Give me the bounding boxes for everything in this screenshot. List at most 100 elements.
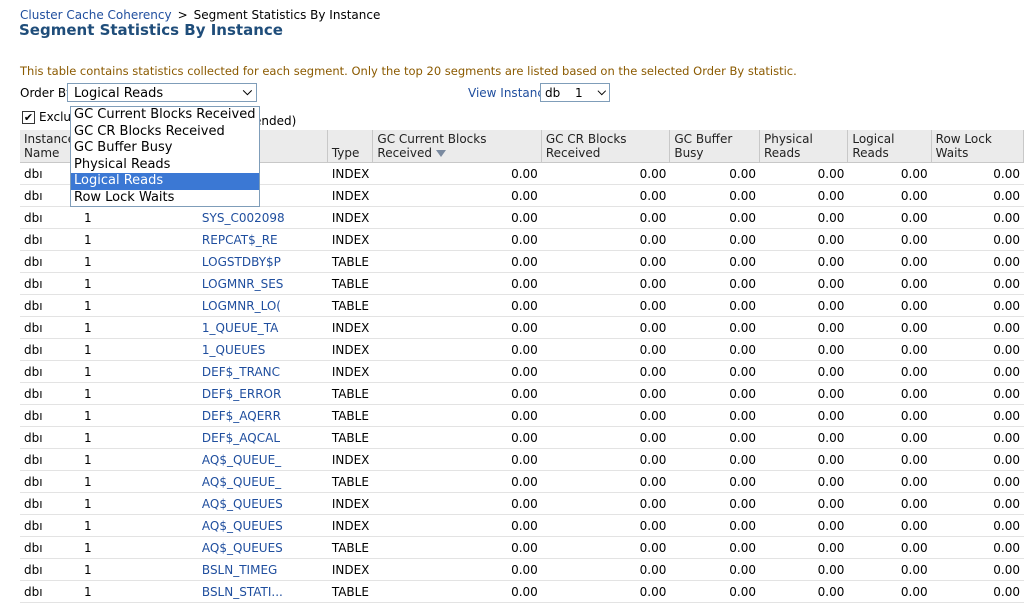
order-by-option-logical-reads[interactable]: Logical Reads: [71, 173, 259, 190]
table-row: dbı 1 AQ$_QUEUES INDEX 0.00 0.00 0.00 0.00 0.00 0…: [20, 515, 1024, 537]
stat-value-cell: 0.00: [848, 405, 932, 427]
view-instance-select[interactable]: db 1 ⌵: [540, 83, 610, 102]
stat-value-cell: 0.00: [373, 207, 542, 229]
segment-type-cell: INDEX: [327, 185, 374, 207]
table-row: dbı 1 1_QUEUE_TA INDEX 0.00 0.00 0.00 0.00 0.00 0…: [20, 317, 1024, 339]
table-row: dbı 1 1_QUEUES INDEX 0.00 0.00 0.00 0.00 0.00 0.0…: [20, 339, 1024, 361]
instance-number-cell: 1: [80, 317, 98, 339]
stat-value-cell: 0.00: [759, 317, 849, 339]
exclude-checkbox-row[interactable]: ✔ Exclu: [22, 110, 71, 124]
segment-type-cell: INDEX: [327, 339, 374, 361]
object-name-link[interactable]: AQ$_QUEUES: [97, 493, 328, 515]
instance-name-cell: dbı: [20, 493, 81, 515]
stat-value-cell: 0.00: [931, 515, 1024, 537]
table-row: dbı 1 AQ$_QUEUES TABLE 0.00 0.00 0.00 0.00 0.00 0…: [20, 537, 1024, 559]
segment-type-cell: TABLE: [327, 405, 374, 427]
sort-descending-icon: [436, 150, 446, 157]
stat-value-cell: 0.00: [931, 427, 1024, 449]
stat-value-cell: 0.00: [541, 493, 671, 515]
col-row-lock-waits[interactable]: Row Lock Waits: [931, 130, 1024, 163]
stat-value-cell: 0.00: [848, 339, 932, 361]
order-by-option-row-lock-waits[interactable]: Row Lock Waits: [71, 190, 259, 207]
view-instance-db: db: [545, 86, 561, 100]
breadcrumb-current: Segment Statistics By Instance: [193, 8, 381, 22]
stat-value-cell: 0.00: [848, 471, 932, 493]
stat-value-cell: 0.00: [759, 251, 849, 273]
stat-value-cell: 0.00: [759, 207, 849, 229]
segment-type-cell: INDEX: [327, 361, 374, 383]
stat-value-cell: 0.00: [670, 185, 760, 207]
object-name-link[interactable]: 1_QUEUE_TA: [97, 317, 328, 339]
object-name-link[interactable]: LOGMNR_SES: [97, 273, 328, 295]
stat-value-cell: 0.00: [759, 559, 849, 581]
col-gc-current-blocks[interactable]: GC Current Blocks Received: [373, 130, 542, 163]
order-by-select[interactable]: Logical Reads ⌵: [67, 83, 257, 102]
stat-value-cell: 0.00: [848, 229, 932, 251]
instance-number-cell: 1: [80, 515, 98, 537]
stat-value-cell: 0.00: [931, 207, 1024, 229]
exclude-checkbox[interactable]: ✔: [22, 111, 35, 124]
table-row: dbı 1 DEF$_TRANC INDEX 0.00 0.00 0.00 0.00 0.00 0…: [20, 361, 1024, 383]
object-name-link[interactable]: LOGMNR_LO(: [97, 295, 328, 317]
object-name-link[interactable]: DEF$_ERROR: [97, 383, 328, 405]
breadcrumb-link-cluster-cache-coherency[interactable]: Cluster Cache Coherency: [20, 8, 172, 22]
col-gc-buffer-busy[interactable]: GC Buffer Busy: [670, 130, 760, 163]
col-type[interactable]: Type: [327, 130, 374, 163]
segment-type-cell: TABLE: [327, 537, 374, 559]
col-physical-reads[interactable]: Physical Reads: [759, 130, 849, 163]
stat-value-cell: 0.00: [373, 449, 542, 471]
stat-value-cell: 0.00: [541, 449, 671, 471]
object-name-link[interactable]: AQ$_QUEUE_: [97, 471, 328, 493]
stat-value-cell: 0.00: [373, 273, 542, 295]
chevron-down-icon: ⌵: [597, 85, 606, 98]
order-by-option-gc-buffer-busy[interactable]: GC Buffer Busy: [71, 140, 259, 157]
object-name-link[interactable]: SYS_C002098: [97, 207, 328, 229]
stat-value-cell: 0.00: [759, 229, 849, 251]
stat-value-cell: 0.00: [541, 317, 671, 339]
object-name-link[interactable]: AQ$_QUEUES: [97, 537, 328, 559]
order-by-option-gc-cr[interactable]: GC CR Blocks Received: [71, 124, 259, 141]
stat-value-cell: 0.00: [373, 361, 542, 383]
order-by-option-physical-reads[interactable]: Physical Reads: [71, 157, 259, 174]
object-name-link[interactable]: LOGSTDBY$P: [97, 251, 328, 273]
object-name-link[interactable]: BSLN_TIMEG: [97, 559, 328, 581]
object-name-link[interactable]: DEF$_AQCAL: [97, 427, 328, 449]
stat-value-cell: 0.00: [670, 273, 760, 295]
stat-value-cell: 0.00: [541, 339, 671, 361]
object-name-link[interactable]: DEF$_TRANC: [97, 361, 328, 383]
col-logical-reads[interactable]: Logical Reads: [848, 130, 932, 163]
instance-number-cell: 1: [80, 229, 98, 251]
stat-value-cell: 0.00: [759, 515, 849, 537]
stat-value-cell: 0.00: [373, 559, 542, 581]
object-name-link[interactable]: BSLN_STATI...: [97, 581, 328, 603]
stat-value-cell: 0.00: [848, 427, 932, 449]
stat-value-cell: 0.00: [373, 537, 542, 559]
instance-number-cell: 1: [80, 251, 98, 273]
stat-value-cell: 0.00: [670, 537, 760, 559]
stat-value-cell: 0.00: [759, 339, 849, 361]
instance-number-cell: 1: [80, 559, 98, 581]
object-name-link[interactable]: AQ$_QUEUE_: [97, 449, 328, 471]
stat-value-cell: 0.00: [759, 405, 849, 427]
segment-type-cell: TABLE: [327, 427, 374, 449]
stat-value-cell: 0.00: [373, 163, 542, 185]
stat-value-cell: 0.00: [670, 493, 760, 515]
stat-value-cell: 0.00: [373, 471, 542, 493]
stat-value-cell: 0.00: [670, 427, 760, 449]
view-instance-number: 1: [575, 86, 583, 100]
col-gc-cr-blocks[interactable]: GC CR Blocks Received: [541, 130, 671, 163]
stat-value-cell: 0.00: [931, 383, 1024, 405]
stat-value-cell: 0.00: [373, 317, 542, 339]
instance-name-cell: dbı: [20, 273, 81, 295]
stat-value-cell: 0.00: [541, 383, 671, 405]
table-body: dbı1INDEX0.000.000.000.000.000.00dbı1IND…: [20, 163, 1024, 603]
stat-value-cell: 0.00: [670, 163, 760, 185]
order-by-option-gc-current[interactable]: GC Current Blocks Received: [71, 107, 259, 124]
object-name-link[interactable]: AQ$_QUEUES: [97, 515, 328, 537]
object-name-link[interactable]: REPCAT$_RE: [97, 229, 328, 251]
object-name-link[interactable]: DEF$_AQERR: [97, 405, 328, 427]
stat-value-cell: 0.00: [848, 185, 932, 207]
object-name-link[interactable]: 1_QUEUES: [97, 339, 328, 361]
segment-type-cell: TABLE: [327, 471, 374, 493]
instance-name-cell: dbı: [20, 559, 81, 581]
